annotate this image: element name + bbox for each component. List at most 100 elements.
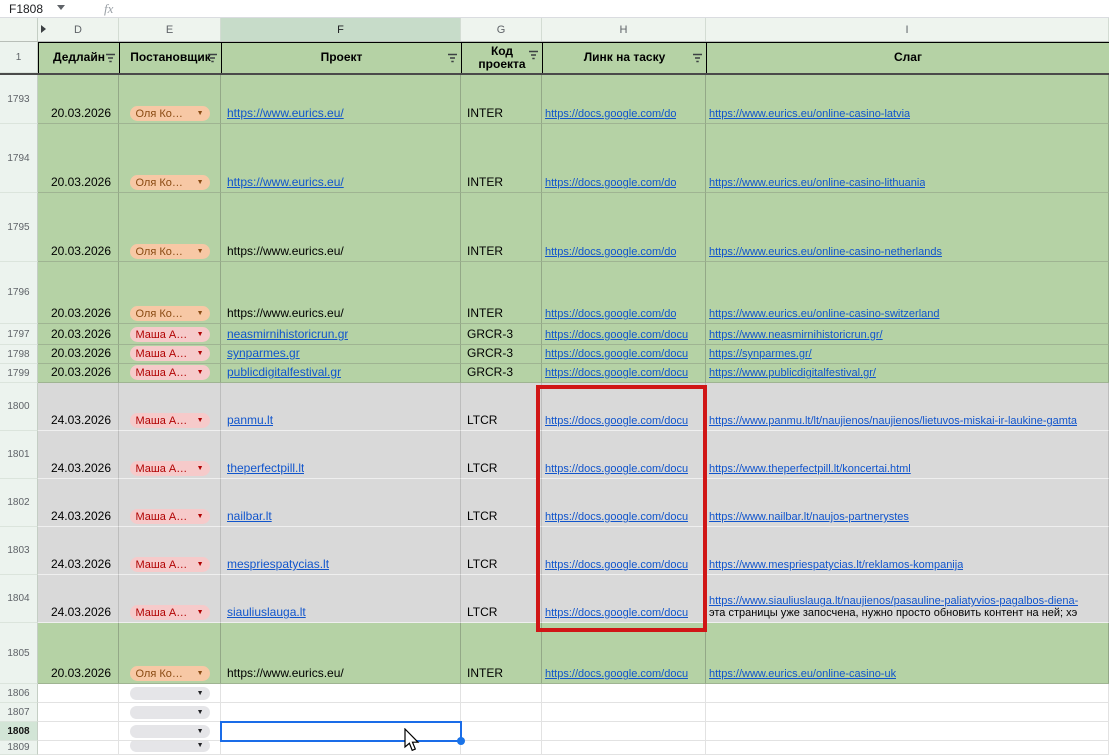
cell-project[interactable]: panmu.lt — [221, 383, 461, 431]
cell-code[interactable]: INTER — [461, 75, 542, 124]
row-number[interactable]: 1804 — [0, 575, 38, 623]
row-number[interactable]: 1796 — [0, 262, 38, 324]
cell-code[interactable]: LTCR — [461, 527, 542, 575]
cell-assignee[interactable]: Маша А… ▼ — [119, 479, 221, 527]
cell-slug[interactable] — [706, 703, 1109, 722]
cell-project[interactable]: synparmes.gr — [221, 345, 461, 364]
cell-code[interactable]: INTER — [461, 262, 542, 324]
row-number[interactable]: 1798 — [0, 345, 38, 364]
row-number[interactable]: 1808 — [0, 722, 38, 741]
row-number[interactable]: 1801 — [0, 431, 38, 479]
row-number[interactable]: 1797 — [0, 324, 38, 345]
cell-slug[interactable]: https://www.eurics.eu/online-casino-lith… — [706, 124, 1109, 193]
cell-deadline[interactable]: 20.03.2026 — [38, 75, 119, 124]
row-number[interactable]: 1805 — [0, 623, 38, 684]
cell-project[interactable]: theperfectpill.lt — [221, 431, 461, 479]
cell-slug[interactable]: https://www.mespriespatycias.lt/reklamos… — [706, 527, 1109, 575]
cell-project[interactable]: mespriespatycias.lt — [221, 527, 461, 575]
assignee-chip[interactable]: Маша А… ▼ — [129, 557, 210, 572]
cell-assignee[interactable]: Оля Ко… ▼ — [119, 193, 221, 262]
row-number[interactable]: 1799 — [0, 364, 38, 383]
cell-project[interactable]: neasmirnihistoricrun.gr — [221, 324, 461, 345]
cell-deadline[interactable]: 24.03.2026 — [38, 431, 119, 479]
cell-task-text[interactable]: https://docs.google.com/docu — [545, 329, 688, 341]
header-cell-assignee[interactable]: Постановщик — [120, 43, 222, 73]
cell-slug[interactable]: https://www.neasmirnihistoricrun.gr/ — [706, 324, 1109, 345]
slug-line[interactable]: https://www.eurics.eu/online-casino-latv… — [709, 108, 910, 120]
cell-deadline[interactable]: 20.03.2026 — [38, 324, 119, 345]
cell-slug[interactable]: https://www.eurics.eu/online-casino-swit… — [706, 262, 1109, 324]
assignee-chip[interactable]: Маша А… ▼ — [129, 509, 210, 524]
cell-deadline[interactable]: 20.03.2026 — [38, 364, 119, 383]
slug-line[interactable]: https://www.neasmirnihistoricrun.gr/ — [709, 329, 883, 341]
cell-slug[interactable] — [706, 684, 1109, 703]
cell-code[interactable]: GRCR-3 — [461, 345, 542, 364]
row-number[interactable]: 1803 — [0, 527, 38, 575]
column-header-e[interactable]: E — [119, 18, 221, 41]
cell-assignee[interactable]: Маша А… ▼ — [119, 364, 221, 383]
column-header-i[interactable]: I — [706, 18, 1109, 41]
cell-deadline[interactable]: 20.03.2026 — [38, 124, 119, 193]
cell-assignee[interactable]: Оля Ко… ▼ — [119, 262, 221, 324]
cell-slug[interactable] — [706, 722, 1109, 741]
cell-assignee[interactable]: ▼ — [119, 684, 221, 703]
row-number[interactable]: 1809 — [0, 741, 38, 755]
cell-task-text[interactable]: https://docs.google.com/do — [545, 108, 676, 120]
cell-assignee[interactable]: ▼ — [119, 741, 221, 755]
slug-line[interactable]: https://www.theperfectpill.lt/koncertai.… — [709, 463, 911, 475]
cell-task[interactable]: https://docs.google.com/do — [542, 193, 706, 262]
cell-project-text[interactable]: theperfectpill.lt — [227, 461, 304, 475]
cell-code[interactable] — [461, 722, 542, 741]
cell-project[interactable] — [221, 722, 461, 741]
name-box-caret-icon[interactable] — [57, 5, 65, 10]
cell-task[interactable] — [542, 703, 706, 722]
column-header-h[interactable]: H — [542, 18, 706, 41]
cell-task-text[interactable]: https://docs.google.com/docu — [545, 367, 688, 379]
cell-slug[interactable] — [706, 741, 1109, 755]
cell-slug[interactable]: https://www.publicdigitalfestival.gr/ — [706, 364, 1109, 383]
cell-deadline[interactable] — [38, 703, 119, 722]
cell-task[interactable]: https://docs.google.com/docu — [542, 324, 706, 345]
cell-deadline[interactable]: 24.03.2026 — [38, 527, 119, 575]
cell-code[interactable]: LTCR — [461, 575, 542, 623]
cell-deadline[interactable]: 20.03.2026 — [38, 262, 119, 324]
fx-icon[interactable]: fx — [104, 1, 113, 17]
cell-task[interactable] — [542, 722, 706, 741]
cell-code[interactable] — [461, 741, 542, 755]
cell-task-text[interactable]: https://docs.google.com/docu — [545, 348, 688, 360]
cell-task[interactable]: https://docs.google.com/docu — [542, 575, 706, 623]
cell-assignee[interactable]: Оля Ко… ▼ — [119, 124, 221, 193]
slug-line[interactable]: https://www.eurics.eu/online-casino-neth… — [709, 246, 942, 258]
cell-slug[interactable]: https://www.siauliuslauga.lt/naujienos/p… — [706, 575, 1109, 623]
cell-deadline[interactable] — [38, 741, 119, 755]
cell-project[interactable]: https://www.eurics.eu/ — [221, 75, 461, 124]
cell-task[interactable]: https://docs.google.com/docu — [542, 431, 706, 479]
cell-task-text[interactable]: https://docs.google.com/do — [545, 246, 676, 258]
slug-line[interactable]: https://www.eurics.eu/online-casino-uk — [709, 668, 896, 680]
assignee-chip[interactable]: Маша А… ▼ — [129, 327, 210, 342]
cell-slug[interactable]: https://www.eurics.eu/online-casino-neth… — [706, 193, 1109, 262]
hidden-columns-expand-icon[interactable] — [41, 25, 46, 33]
cell-task[interactable]: https://docs.google.com/docu — [542, 383, 706, 431]
cell-project-text[interactable]: publicdigitalfestival.gr — [227, 365, 341, 379]
cell-code[interactable]: LTCR — [461, 479, 542, 527]
cell-task-text[interactable]: https://docs.google.com/do — [545, 177, 676, 189]
row-number[interactable]: 1 — [0, 42, 38, 73]
cell-task-text[interactable]: https://docs.google.com/docu — [545, 668, 688, 680]
cell-project-text[interactable]: https://www.eurics.eu/ — [227, 106, 344, 120]
cell-task[interactable] — [542, 684, 706, 703]
column-header-f[interactable]: F — [221, 18, 461, 41]
row-number[interactable]: 1800 — [0, 383, 38, 431]
cell-task[interactable] — [542, 741, 706, 755]
cell-task[interactable]: https://docs.google.com/do — [542, 75, 706, 124]
cell-project-text[interactable]: https://www.eurics.eu/ — [227, 666, 344, 680]
fill-handle[interactable] — [457, 737, 465, 745]
cell-project[interactable]: https://www.eurics.eu/ — [221, 124, 461, 193]
cell-task[interactable]: https://docs.google.com/docu — [542, 345, 706, 364]
cell-slug[interactable]: https://synparmes.gr/ — [706, 345, 1109, 364]
cell-deadline[interactable]: 20.03.2026 — [38, 345, 119, 364]
row-number[interactable]: 1802 — [0, 479, 38, 527]
cell-deadline[interactable] — [38, 684, 119, 703]
row-number[interactable]: 1793 — [0, 75, 38, 124]
slug-line[interactable]: https://www.publicdigitalfestival.gr/ — [709, 367, 876, 379]
